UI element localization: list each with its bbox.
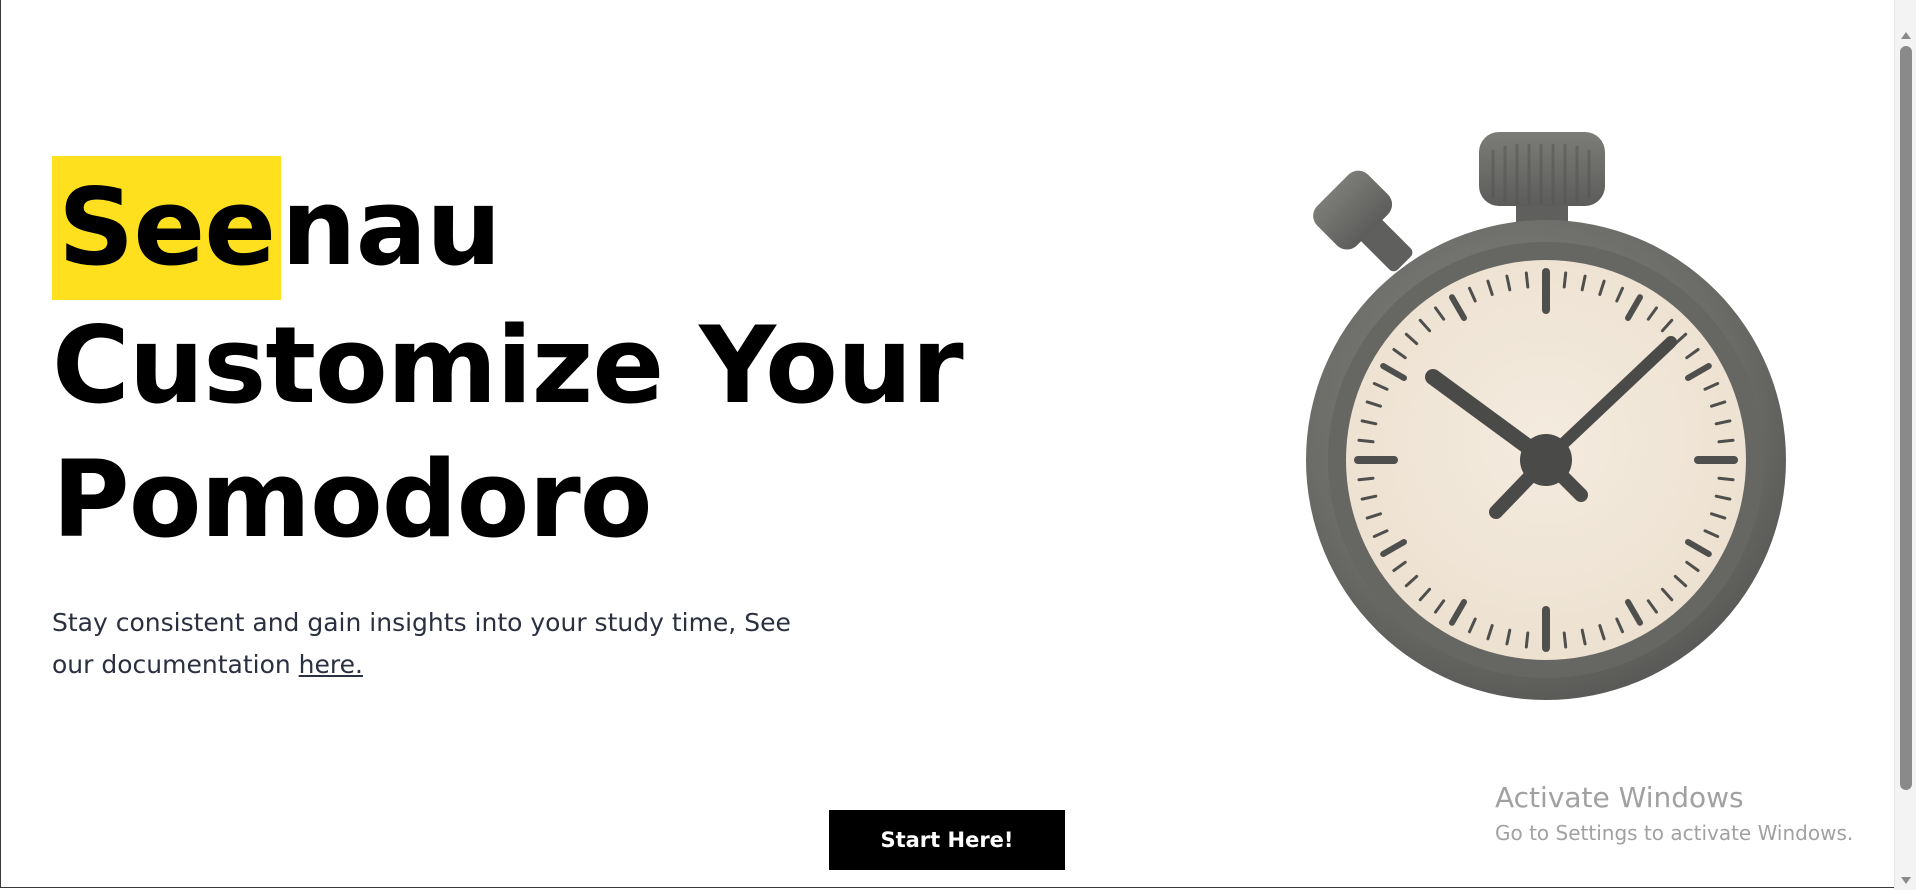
dial-tick <box>1357 438 1375 444</box>
activate-windows-watermark: Activate Windows Go to Settings to activ… <box>1495 778 1853 848</box>
dial-tick <box>1717 438 1735 444</box>
dial-tick <box>1357 476 1375 482</box>
hero-section: Seenau Customize Your Pomodoro Stay cons… <box>52 156 964 686</box>
scroll-up-icon[interactable] <box>1901 32 1911 39</box>
vertical-scrollbar[interactable] <box>1894 0 1916 890</box>
watermark-title: Activate Windows <box>1495 781 1744 814</box>
subtitle-text: Stay consistent and gain insights into y… <box>52 608 791 679</box>
headline-line-1: Customize Your <box>52 304 964 427</box>
dial-tick <box>1562 631 1568 649</box>
brand-highlight: See <box>52 156 282 300</box>
start-here-button[interactable]: Start Here! <box>829 810 1065 870</box>
brand-rest: nau <box>281 166 501 289</box>
hero-subtitle: Stay consistent and gain insights into y… <box>52 602 832 686</box>
scroll-down-icon[interactable] <box>1901 877 1911 884</box>
page-frame: Seenau Customize Your Pomodoro Stay cons… <box>0 0 1914 888</box>
stopwatch-icon <box>1306 132 1786 700</box>
dial-tick <box>1562 271 1568 289</box>
documentation-link[interactable]: here. <box>299 650 363 679</box>
headline-line-2: Pomodoro <box>52 438 653 561</box>
dial-tick <box>1524 631 1530 649</box>
scroll-thumb[interactable] <box>1900 46 1912 790</box>
dial-tick <box>1524 271 1530 289</box>
dial-tick <box>1717 476 1735 482</box>
watermark-subtitle: Go to Settings to activate Windows. <box>1495 821 1854 845</box>
brand-title: Seenau <box>52 156 963 300</box>
